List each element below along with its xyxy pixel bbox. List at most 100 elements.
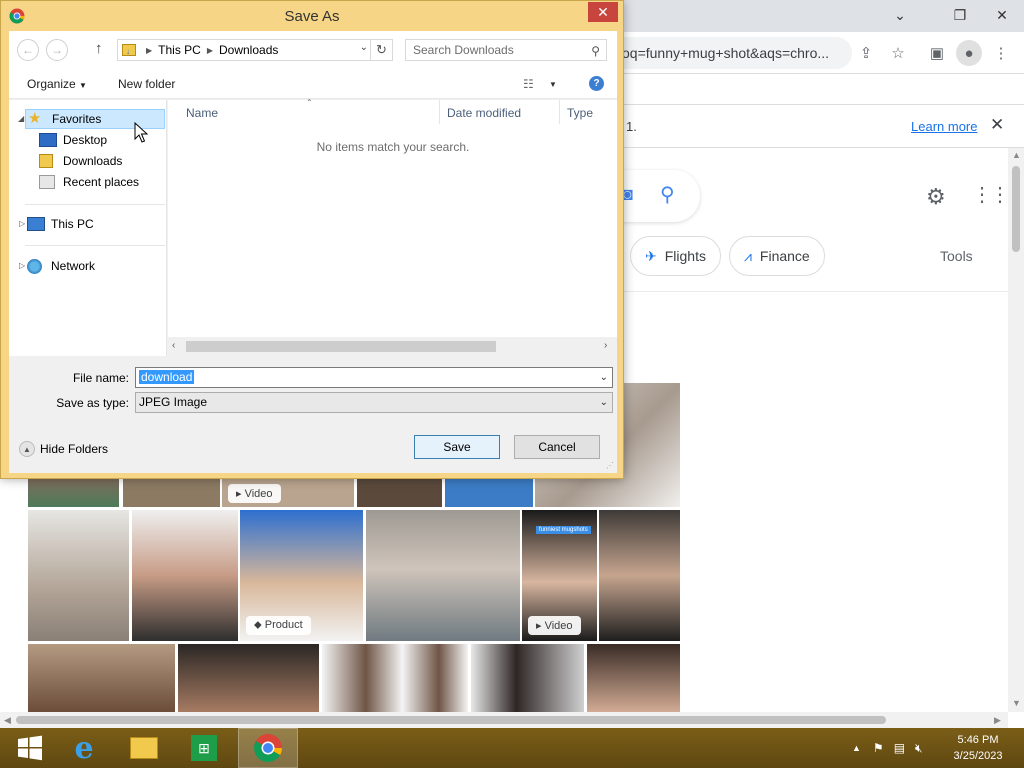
hide-folders-button[interactable]: ▲ Hide Folders <box>19 441 108 457</box>
scroll-down-arrow-icon[interactable]: ▼ <box>1012 698 1021 708</box>
image-result[interactable] <box>28 644 175 712</box>
nav-item-this-pc[interactable]: This PC <box>27 214 94 234</box>
address-bar[interactable]: ↓ ▶ This PC ▶ Downloads ⌄ ↻ <box>117 39 393 61</box>
search-icon[interactable]: ⚲ <box>660 182 675 207</box>
column-divider[interactable] <box>559 100 560 124</box>
scroll-left-arrow-icon[interactable]: ‹ <box>172 340 175 351</box>
image-result[interactable]: funniest mugshots ▸ Video <box>522 510 597 641</box>
search-downloads-input[interactable]: Search Downloads ⚲ <box>405 39 607 61</box>
finance-chip[interactable]: ⩘ Finance <box>729 236 825 276</box>
scrollbar-thumb[interactable] <box>1012 166 1020 252</box>
cancel-button[interactable]: Cancel <box>514 435 600 459</box>
start-button[interactable] <box>0 728 60 768</box>
tab-search-chevron-icon[interactable]: ⌄ <box>880 0 920 30</box>
search-icon[interactable]: ⚲ <box>591 41 600 61</box>
dialog-close-button[interactable]: ✕ <box>588 2 618 22</box>
up-arrow-icon[interactable]: ↑ <box>95 40 103 57</box>
internet-explorer-button[interactable]: e <box>54 728 114 768</box>
page-vertical-scrollbar[interactable]: ▲ ▼ <box>1008 148 1024 712</box>
refresh-icon[interactable]: ↻ <box>370 40 392 60</box>
help-icon[interactable]: ? <box>589 76 604 91</box>
back-arrow-icon[interactable]: ← <box>17 39 39 61</box>
downloads-folder-icon <box>39 154 53 168</box>
scroll-left-arrow-icon[interactable]: ◀ <box>4 715 11 726</box>
scroll-up-arrow-icon[interactable]: ▲ <box>1012 150 1021 160</box>
column-header-name[interactable]: Name <box>186 106 218 120</box>
resize-grip-icon[interactable]: ⋰ <box>606 461 614 470</box>
empty-folder-message: No items match your search. <box>316 140 470 154</box>
save-as-type-select[interactable]: JPEG Image ⌄ <box>135 392 613 413</box>
image-result[interactable] <box>366 510 520 641</box>
breadcrumb-this-pc[interactable]: This PC <box>158 43 201 57</box>
expand-arrow-icon[interactable]: ▷ <box>19 261 25 270</box>
image-result[interactable] <box>132 510 238 641</box>
flights-chip[interactable]: ✈ Flights <box>630 236 721 276</box>
clock[interactable]: 5:46 PM 3/25/2023 <box>948 732 1008 764</box>
nav-item-desktop[interactable]: Desktop <box>39 130 107 150</box>
bookmark-star-icon[interactable]: ☆ <box>885 40 911 66</box>
network-icon[interactable]: ▤ <box>894 741 905 755</box>
finance-icon: ⩘ <box>744 247 752 264</box>
nav-item-network[interactable]: Network <box>27 256 95 276</box>
restore-window-icon[interactable]: ❐ <box>940 0 980 30</box>
tools-button[interactable]: Tools <box>940 248 973 264</box>
address-dropdown-icon[interactable]: ⌄ <box>360 42 368 53</box>
column-header-date-modified[interactable]: Date modified <box>447 106 521 120</box>
omnibox[interactable]: oq=funny+mug+shot&aqs=chro... <box>600 37 852 69</box>
image-result[interactable] <box>28 510 129 641</box>
view-options-icon[interactable]: ☷ <box>523 77 534 91</box>
column-divider[interactable] <box>439 100 440 124</box>
expand-arrow-icon[interactable]: ▷ <box>19 219 25 228</box>
image-result[interactable] <box>178 644 319 712</box>
clock-date: 3/25/2023 <box>953 750 1003 762</box>
page-horizontal-scrollbar[interactable]: ◀ ▶ <box>0 712 1008 728</box>
nav-item-downloads[interactable]: Downloads <box>39 151 122 171</box>
close-window-icon[interactable]: ✕ <box>982 0 1022 30</box>
file-name-input[interactable]: download ⌄ <box>135 367 613 388</box>
file-explorer-button[interactable] <box>114 728 174 768</box>
forward-arrow-icon[interactable]: → <box>46 39 68 61</box>
image-result[interactable] <box>587 644 680 712</box>
image-result[interactable]: ▸ Video <box>222 479 354 507</box>
scroll-right-arrow-icon[interactable]: › <box>604 340 607 351</box>
chrome-taskbar-button[interactable] <box>238 728 298 768</box>
image-result[interactable] <box>28 479 119 507</box>
new-folder-button[interactable]: New folder <box>118 77 175 91</box>
image-result[interactable] <box>445 479 533 507</box>
clock-time: 5:46 PM <box>957 734 999 746</box>
dialog-title-bar[interactable]: Save As ✕ <box>1 1 623 31</box>
settings-gear-icon[interactable]: ⚙ <box>926 184 946 210</box>
file-list-horizontal-scrollbar[interactable]: ‹ › <box>168 337 617 356</box>
scrollbar-thumb[interactable] <box>186 341 496 352</box>
scrollbar-thumb[interactable] <box>16 716 886 724</box>
file-list: Name ⌃ Date modified Type No items match… <box>168 98 617 356</box>
volume-muted-icon[interactable]: 🔇︎ <box>915 741 923 756</box>
chevron-down-icon: ⌄ <box>599 397 608 408</box>
nav-item-recent-places[interactable]: Recent places <box>39 172 139 192</box>
show-hidden-icons-icon[interactable]: ▲ <box>852 743 861 753</box>
image-result[interactable]: ⬥ Product <box>240 510 363 641</box>
infobar-close-icon[interactable]: ✕ <box>990 115 1004 135</box>
share-icon[interactable]: ⇪ <box>853 40 879 66</box>
image-result[interactable] <box>599 510 680 641</box>
chrome-menu-icon[interactable]: ⋮ <box>988 40 1014 66</box>
image-result[interactable] <box>471 644 584 712</box>
collapse-arrow-icon[interactable]: ◢ <box>18 114 24 123</box>
view-dropdown-icon[interactable]: ▼ <box>549 80 557 89</box>
image-result[interactable] <box>123 479 220 507</box>
organize-button[interactable]: Organize ▼ <box>27 77 87 91</box>
profile-avatar-icon[interactable]: ● <box>956 40 982 66</box>
learn-more-link[interactable]: Learn more <box>911 119 977 134</box>
column-header-type[interactable]: Type <box>567 106 593 120</box>
side-panel-icon[interactable]: ▣ <box>924 40 950 66</box>
windows-logo-icon <box>18 735 42 761</box>
breadcrumb-downloads[interactable]: Downloads <box>219 43 278 57</box>
save-button[interactable]: Save <box>414 435 500 459</box>
save-as-type-value: JPEG Image <box>139 395 208 409</box>
chevron-down-icon[interactable]: ⌄ <box>600 368 608 387</box>
image-result[interactable] <box>357 479 442 507</box>
scroll-right-arrow-icon[interactable]: ▶ <box>994 715 1001 726</box>
action-center-flag-icon[interactable]: ⚑ <box>873 741 884 755</box>
store-button[interactable]: ⊞ <box>174 728 234 768</box>
image-result[interactable] <box>322 644 468 712</box>
